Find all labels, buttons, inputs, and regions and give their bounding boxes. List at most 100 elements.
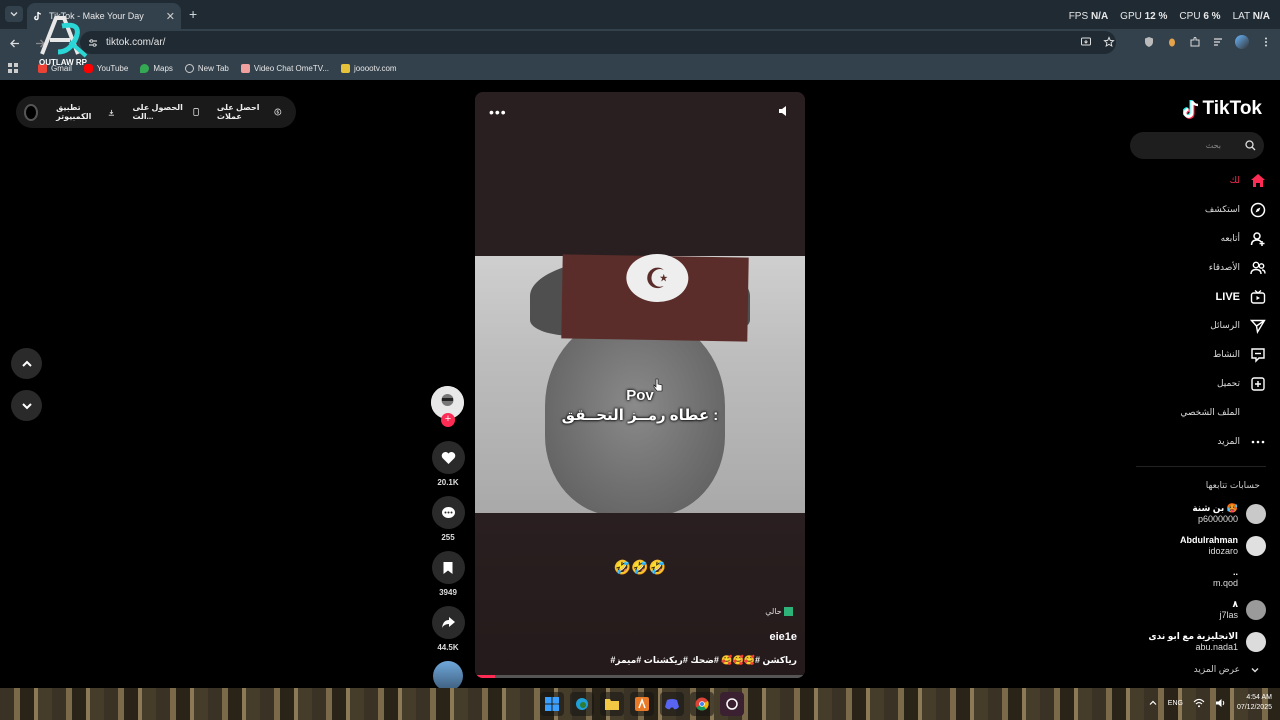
wifi-icon[interactable] [1193, 698, 1205, 708]
bookmark-star-icon[interactable] [1103, 36, 1115, 48]
tunisia-flag-overlay: ☪ [561, 253, 749, 342]
bookmark-new-tab[interactable]: New Tab [184, 63, 229, 73]
back-button[interactable] [6, 35, 22, 51]
avatar [1246, 568, 1266, 588]
search-icon[interactable] [1245, 140, 1256, 151]
profile-icon [1250, 405, 1266, 421]
desktop-app-link[interactable]: تطبيق الكمبيوتر [56, 103, 114, 121]
home-icon [1251, 174, 1265, 187]
flag-crescent-star-icon: ☪ [625, 253, 689, 303]
sidebar-item-messages[interactable]: الرسائل [1136, 311, 1266, 340]
account-name: .. [1232, 567, 1238, 577]
lat-label: LAT [1232, 11, 1250, 22]
previous-video-button[interactable] [11, 348, 42, 379]
chrome-menu-icon[interactable] [1260, 36, 1272, 48]
bookmark-jooootv[interactable]: jooootv.com [341, 63, 397, 73]
creator-avatar[interactable]: + [431, 386, 464, 427]
account-item[interactable]: ٨ j7las [1126, 594, 1266, 626]
see-more-button[interactable]: عرض المزيد [1194, 664, 1260, 675]
new-tab-button[interactable]: + [189, 6, 197, 22]
speaker-icon[interactable] [1215, 698, 1227, 708]
share-action[interactable]: 44.5K [431, 606, 465, 652]
shield-extension-icon[interactable] [1143, 36, 1155, 48]
sidebar-item-live[interactable]: LIVE [1136, 282, 1266, 311]
sidebar-item-label: استكشف [1204, 204, 1240, 214]
account-item[interactable]: .. m.qod [1126, 562, 1266, 594]
comment-action[interactable]: 255 [431, 496, 465, 542]
like-action[interactable]: 20.1K [431, 441, 465, 487]
sidebar-item-for-you[interactable]: لك [1136, 166, 1266, 195]
sidebar-item-upload[interactable]: تحميل [1136, 369, 1266, 398]
search-input[interactable]: بحث [1130, 132, 1264, 159]
edge-icon[interactable] [570, 692, 594, 716]
extension-orange-icon[interactable] [1166, 36, 1178, 48]
share-arrow-icon [441, 617, 455, 628]
account-item[interactable]: الانجليزية مع ابو ندى abu.nada1 [1126, 626, 1266, 658]
bookmark-maps[interactable]: Maps [140, 63, 173, 73]
extensions-row [1080, 35, 1272, 49]
app-dark-icon[interactable] [720, 692, 744, 716]
tiktok-logo[interactable]: TikTok [1182, 98, 1262, 120]
video-player[interactable]: ••• ☪ Pov عطاه رمــز التحــقق : 🤣🤣🤣 حالي… [475, 92, 805, 678]
save-count: 3949 [439, 588, 457, 597]
music-disc-avatar[interactable] [433, 661, 463, 691]
language-indicator[interactable]: ENG [1168, 700, 1183, 707]
compass-icon [1250, 202, 1266, 217]
video-progress-bar[interactable] [475, 675, 805, 678]
get-app-link[interactable]: الحصول على الت... [132, 103, 199, 121]
sidebar-item-label: الملف الشخصي [1180, 407, 1240, 417]
sidebar-item-explore[interactable]: استكشف [1136, 195, 1266, 224]
fps-value: N/A [1090, 11, 1109, 22]
apps-grid-icon[interactable] [8, 63, 18, 73]
account-item[interactable]: Abdulrahman idozaro [1126, 530, 1266, 562]
video-caption[interactable]: #رياكشن #🥰🥰🥰 #ضحك #ريكشنات #ميمز [610, 655, 797, 666]
bookmark-icon [443, 561, 453, 574]
bookmark-label: YouTube [96, 63, 129, 73]
puzzle-extensions-icon[interactable] [1189, 36, 1201, 48]
video-more-options-icon[interactable]: ••• [489, 104, 507, 120]
comment-icon [441, 506, 455, 518]
bookmark-label: New Tab [197, 63, 229, 73]
tab-close-icon[interactable]: ✕ [166, 10, 175, 23]
file-explorer-icon[interactable] [600, 692, 624, 716]
reading-list-icon[interactable] [1212, 36, 1224, 48]
sidebar-item-activity[interactable]: النشاط [1136, 340, 1266, 369]
follow-plus-icon[interactable]: + [441, 413, 455, 427]
video-actions: + 20.1K 255 3949 44.5K [431, 386, 465, 691]
sidebar-item-label: الرسائل [1210, 320, 1240, 330]
globe-icon [184, 63, 194, 73]
sidebar-item-profile[interactable]: الملف الشخصي [1136, 398, 1266, 427]
dark-mode-toggle[interactable] [24, 103, 39, 121]
account-item[interactable]: بن شنة 🥵 p6000000 [1126, 498, 1266, 530]
system-tray: ENG 4:54 AM 07/12/2025 [1148, 693, 1272, 713]
sidebar-item-friends[interactable]: الأصدقاء [1136, 253, 1266, 282]
next-video-button[interactable] [11, 390, 42, 421]
share-count: 44.5K [437, 643, 459, 652]
phone-icon [193, 108, 199, 116]
app-orange-icon[interactable] [630, 692, 654, 716]
get-coins-link[interactable]: احصل على عملات $ [217, 103, 282, 121]
volume-icon[interactable] [777, 104, 791, 118]
tiktok-page: تطبيق الكمبيوتر الحصول على الت... احصل ع… [0, 80, 1280, 691]
profile-avatar[interactable] [1235, 35, 1249, 49]
jooootv-icon [341, 63, 351, 73]
video-author[interactable]: eie1e [769, 631, 797, 643]
tray-chevron-up-icon[interactable] [1148, 698, 1158, 708]
sidebar-item-following[interactable]: أتابعه [1136, 224, 1266, 253]
windows-start-icon[interactable] [540, 692, 564, 716]
svg-text:$: $ [277, 110, 280, 115]
video-progress-fill [475, 675, 495, 678]
url-field[interactable]: tiktok.com/ar/ [80, 31, 1116, 54]
discord-icon[interactable] [660, 692, 684, 716]
sidebar-divider [1136, 466, 1266, 467]
gpu-value: 12 % [1144, 11, 1168, 22]
bookmark-ometv[interactable]: Video Chat OmeTV... [240, 63, 329, 73]
account-username: abu.nada1 [1195, 642, 1238, 652]
sidebar-item-more[interactable]: المزيد [1136, 427, 1266, 456]
save-action[interactable]: 3949 [431, 551, 465, 597]
install-app-icon[interactable] [1080, 36, 1092, 48]
video-frame: ☪ Pov عطاه رمــز التحــقق : [475, 253, 805, 516]
taskbar-clock[interactable]: 4:54 AM 07/12/2025 [1237, 693, 1272, 713]
chrome-icon[interactable] [690, 692, 714, 716]
tab-search-button[interactable] [5, 6, 23, 22]
